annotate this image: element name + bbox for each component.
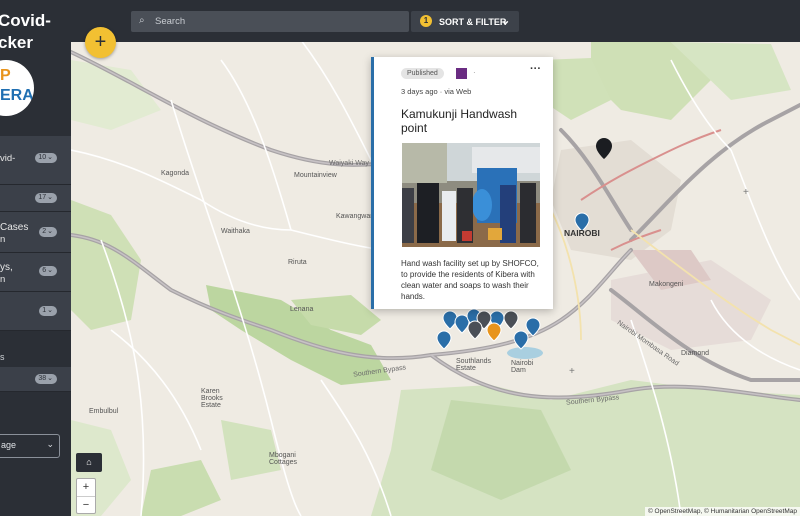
top-bar: ⌕ Search 1 SORT & FILTER ⌄: [71, 0, 800, 42]
post-title[interactable]: Kamukunji Handwash point: [401, 107, 546, 135]
chevron-down-icon: ⌄: [46, 439, 54, 449]
map-label: Waithaka: [221, 228, 250, 235]
more-options-icon[interactable]: ···: [530, 63, 541, 75]
author-avatar: [456, 68, 467, 79]
map-label-city: NAIROBI: [564, 228, 600, 238]
post-description: Hand wash facility set up by SHOFCO, to …: [401, 259, 539, 301]
post-popup-card[interactable]: Published · ··· 3 days ago · via Web Kam…: [371, 57, 553, 309]
svg-text:+: +: [743, 187, 749, 198]
map-label: Lenana: [290, 306, 314, 313]
svg-text:+: +: [569, 366, 575, 377]
filter-count-badge: 10: [35, 153, 57, 163]
map-label: Embulbul: [89, 408, 119, 415]
zoom-control: + −: [76, 478, 96, 514]
map-label: Riruta: [288, 259, 307, 266]
deployment-title: Covid- cker: [0, 11, 51, 52]
sidebar: Covid- cker P ERA vid- 10 17 Cases n 2 y…: [0, 0, 71, 516]
filter-count-badge: 2: [39, 227, 57, 237]
post-photo[interactable]: [402, 143, 540, 247]
zoom-out-button[interactable]: −: [77, 497, 95, 514]
map-label: Mountainview: [294, 172, 337, 179]
map-label: Waiyaki Way: [329, 160, 369, 167]
language-select[interactable]: age ⌄: [0, 434, 60, 458]
map-label: Makongeni: [649, 281, 684, 288]
filter-item-2[interactable]: 17: [0, 185, 71, 212]
map-label: Mbogani Cottages: [269, 452, 298, 466]
deployment-logo: P ERA: [0, 60, 34, 116]
filter-count-badge: 1: [420, 15, 432, 27]
filter-count-badge: 6: [39, 266, 57, 276]
filter-item-4[interactable]: ys, n 6: [0, 253, 71, 292]
filter-count-badge: 38: [35, 374, 57, 384]
sidebar-section-label: s: [0, 352, 5, 362]
map-attribution[interactable]: © OpenStreetMap, © Humanitarian OpenStre…: [644, 507, 800, 516]
map-label: Kagonda: [161, 170, 190, 177]
home-button[interactable]: ⌂: [76, 453, 102, 472]
add-post-button[interactable]: +: [85, 27, 116, 58]
search-icon: ⌕: [139, 15, 145, 26]
zoom-in-button[interactable]: +: [77, 479, 95, 497]
chevron-down-icon: ⌄: [501, 15, 511, 27]
map-label: Karen Brooks Estate: [201, 388, 223, 409]
filter-count-badge: 17: [35, 193, 57, 203]
status-badge: Published: [401, 68, 444, 79]
search-input[interactable]: ⌕ Search: [131, 11, 409, 32]
filter-count-badge: 1: [39, 306, 57, 316]
map-label: Nairobi Dam: [511, 360, 534, 374]
map-label: Diamond: [681, 350, 710, 357]
filter-item-3[interactable]: Cases n 2: [0, 212, 71, 253]
map-view[interactable]: + + Waiyaki Way Kagonda Mountainview Kaw…: [71, 0, 800, 516]
map-label: Southlands Estate: [456, 358, 492, 372]
filter-item-sources[interactable]: 38: [0, 367, 71, 392]
sort-filter-button[interactable]: 1 SORT & FILTER ⌄: [411, 11, 519, 32]
filter-item-1[interactable]: vid- 10: [0, 136, 71, 185]
filter-item-5[interactable]: 1: [0, 292, 71, 331]
post-meta: 3 days ago · via Web: [401, 87, 472, 96]
